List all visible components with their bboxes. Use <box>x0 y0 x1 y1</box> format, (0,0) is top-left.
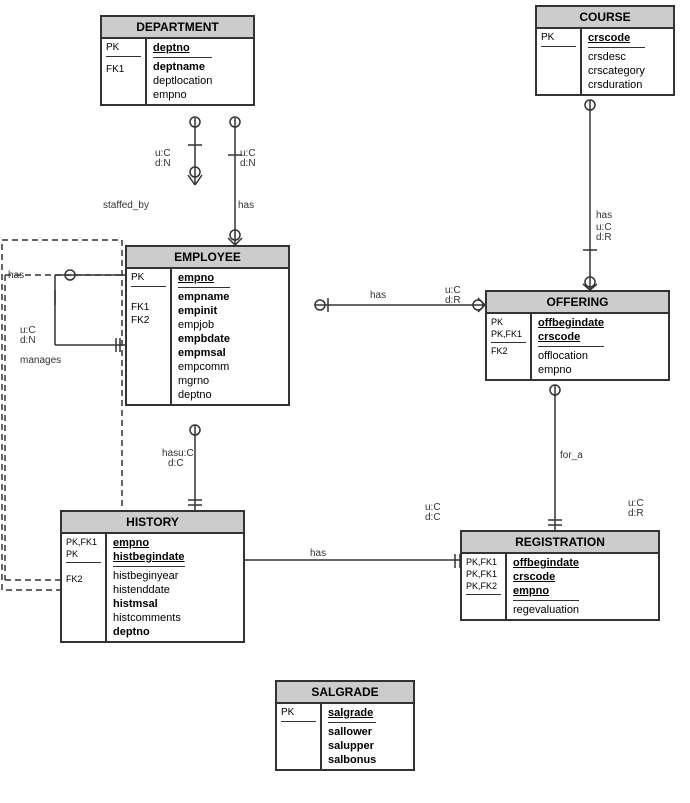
history-entity: HISTORY PK,FK1 PK FK2 empno histbegindat… <box>60 510 245 643</box>
label-dc-reg1: d:C <box>425 512 441 523</box>
label-dr-emp-offering: d:R <box>445 295 461 306</box>
dept-attr-deptlocation: deptlocation <box>153 74 212 88</box>
history-title: HISTORY <box>62 512 243 534</box>
diagram-container: COURSE PK crscode crsdesc crscategory cr… <box>0 0 690 803</box>
sal-attr-salupper: salupper <box>328 739 376 753</box>
emp-attr-mgrno: mgrno <box>178 374 230 388</box>
hist-attr-histcomments: histcomments <box>113 611 185 625</box>
registration-entity: REGISTRATION PK,FK1 PK,FK1 PK,FK2 offbeg… <box>460 530 660 621</box>
dept-pk-attr: deptno <box>153 42 190 54</box>
course-entity: COURSE PK crscode crsdesc crscategory cr… <box>535 5 675 96</box>
employee-entity: EMPLOYEE PK FK1 FK2 empno empname empini… <box>125 245 290 406</box>
label-staffed-by: staffed_by <box>103 200 149 211</box>
sal-attr-sallower: sallower <box>328 725 376 739</box>
reg-pk-offbegindate: offbegindate <box>513 557 579 569</box>
label-dr-reg2: d:R <box>628 508 644 519</box>
hist-pk-empno: empno <box>113 537 149 549</box>
label-dn-left: d:N <box>20 335 36 346</box>
offering-attr-empno: empno <box>538 363 604 377</box>
offering-pk-offbegindate: offbegindate <box>538 317 604 329</box>
course-pk-attr: crscode <box>588 32 630 44</box>
label-has-emp-offering: has <box>370 290 386 301</box>
department-entity: DEPARTMENT PK FK1 deptno deptname deptlo… <box>100 15 255 106</box>
employee-title: EMPLOYEE <box>127 247 288 269</box>
offering-attr-offlocation: offlocation <box>538 349 604 363</box>
hist-attr-histmsal: histmsal <box>113 597 185 611</box>
hist-attr-histenddate: histenddate <box>113 583 185 597</box>
dept-pk-label: PK <box>106 42 119 53</box>
hist-attr-histbeginyear: histbeginyear <box>113 569 185 583</box>
course-attr-crscategory: crscategory <box>588 64 645 78</box>
salgrade-title: SALGRADE <box>277 682 413 704</box>
hist-pkfk1-label: PK,FK1 <box>66 537 97 547</box>
label-dn-dept-staffed: d:N <box>155 158 171 169</box>
dept-attr-deptname: deptname <box>153 60 212 74</box>
reg-pkfk1-label2: PK,FK1 <box>466 569 497 579</box>
dept-fk1-label: FK1 <box>106 64 124 75</box>
hist-attr-deptno: deptno <box>113 625 185 639</box>
emp-fk1-label: FK1 <box>131 302 149 313</box>
offering-title: OFFERING <box>487 292 668 314</box>
reg-pk-crscode: crscode <box>513 571 555 583</box>
label-has-dept: has <box>238 200 254 211</box>
label-dr-course: d:R <box>596 232 612 243</box>
emp-fk2-label: FK2 <box>131 315 149 326</box>
dept-attr-empno: empno <box>153 88 212 102</box>
salgrade-entity: SALGRADE PK salgrade sallower salupper s… <box>275 680 415 771</box>
emp-attr-empcomm: empcomm <box>178 360 230 374</box>
label-has-left: has <box>8 270 24 281</box>
reg-pkfk2-label: PK,FK2 <box>466 581 497 591</box>
offering-pk-label: PK <box>491 317 503 327</box>
emp-attr-empbdate: empbdate <box>178 332 230 346</box>
offering-fk2-label: FK2 <box>491 346 508 356</box>
label-for-a: for_a <box>560 450 583 461</box>
label-dc: d:C <box>168 458 184 469</box>
label-has-course-offering: has <box>596 210 612 221</box>
sal-pk-attr: salgrade <box>328 707 373 719</box>
label-manages: manages <box>20 355 61 366</box>
hist-fk2-label: FK2 <box>66 574 83 584</box>
label-has-emp-hist: has <box>310 548 326 559</box>
label-dn-dept-has: d:N <box>240 158 256 169</box>
emp-pk-attr: empno <box>178 272 214 284</box>
emp-attr-deptno: deptno <box>178 388 230 402</box>
course-title: COURSE <box>537 7 673 29</box>
reg-pk-empno: empno <box>513 585 549 597</box>
emp-attr-empinit: empinit <box>178 304 230 318</box>
offering-pkfk1-label: PK,FK1 <box>491 329 522 339</box>
sal-attr-salbonus: salbonus <box>328 753 376 767</box>
hist-pk-label: PK <box>66 549 78 559</box>
course-attr-crsdesc: crsdesc <box>588 50 645 64</box>
sal-pk-label: PK <box>281 707 294 718</box>
registration-title: REGISTRATION <box>462 532 658 554</box>
department-title: DEPARTMENT <box>102 17 253 39</box>
offering-entity: OFFERING PK PK,FK1 FK2 offbegindate crsc… <box>485 290 670 381</box>
course-attr-crsduration: crsduration <box>588 78 645 92</box>
offering-pk-crscode: crscode <box>538 331 580 343</box>
reg-pkfk1-label1: PK,FK1 <box>466 557 497 567</box>
emp-attr-empjob: empjob <box>178 318 230 332</box>
reg-attr-regevaluation: regevaluation <box>513 603 579 617</box>
course-pk-label: PK <box>541 32 554 43</box>
emp-attr-empname: empname <box>178 290 230 304</box>
emp-pk-label: PK <box>131 272 144 283</box>
emp-attr-empmsal: empmsal <box>178 346 230 360</box>
hist-pk-histbegindate: histbegindate <box>113 551 185 563</box>
